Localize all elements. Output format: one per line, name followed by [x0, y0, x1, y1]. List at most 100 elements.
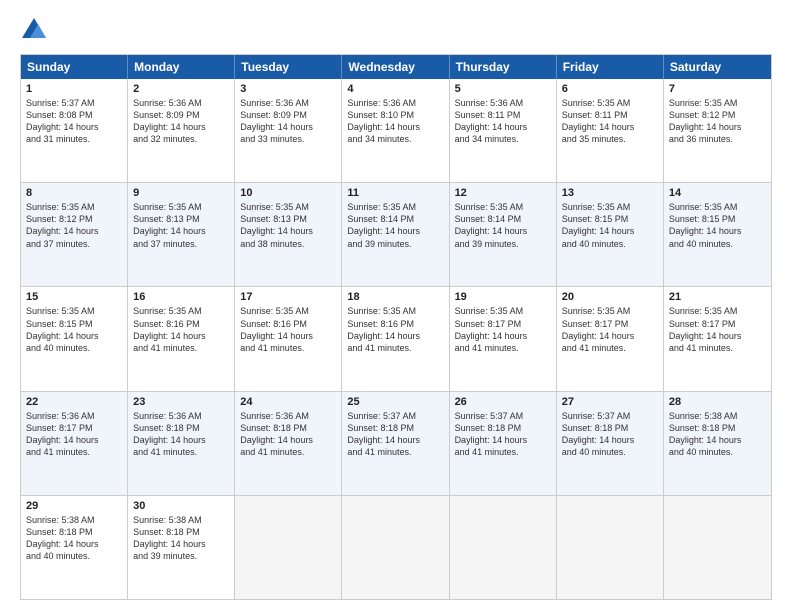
day-number: 26	[455, 396, 551, 408]
day-info: Sunrise: 5:38 AM Sunset: 8:18 PM Dayligh…	[133, 514, 229, 563]
day-number: 20	[562, 291, 658, 303]
day-number: 21	[669, 291, 766, 303]
calendar-cell: 12 Sunrise: 5:35 AM Sunset: 8:14 PM Dayli…	[450, 183, 557, 286]
day-info: Sunrise: 5:36 AM Sunset: 8:18 PM Dayligh…	[240, 410, 336, 459]
day-number: 13	[562, 187, 658, 199]
calendar-cell: 11 Sunrise: 5:35 AM Sunset: 8:14 PM Dayli…	[342, 183, 449, 286]
day-info: Sunrise: 5:36 AM Sunset: 8:11 PM Dayligh…	[455, 97, 551, 146]
header-day: Wednesday	[342, 55, 449, 79]
calendar-cell: 18 Sunrise: 5:35 AM Sunset: 8:16 PM Dayli…	[342, 287, 449, 390]
day-info: Sunrise: 5:35 AM Sunset: 8:15 PM Dayligh…	[562, 201, 658, 250]
day-number: 8	[26, 187, 122, 199]
day-info: Sunrise: 5:35 AM Sunset: 8:13 PM Dayligh…	[240, 201, 336, 250]
day-number: 18	[347, 291, 443, 303]
calendar-cell: 6 Sunrise: 5:35 AM Sunset: 8:11 PM Daylig…	[557, 79, 664, 182]
calendar-cell: 21 Sunrise: 5:35 AM Sunset: 8:17 PM Dayli…	[664, 287, 771, 390]
day-number: 27	[562, 396, 658, 408]
calendar-cell	[664, 496, 771, 599]
page: SundayMondayTuesdayWednesdayThursdayFrid…	[0, 0, 792, 612]
day-info: Sunrise: 5:35 AM Sunset: 8:12 PM Dayligh…	[669, 97, 766, 146]
calendar-cell: 23 Sunrise: 5:36 AM Sunset: 8:18 PM Dayli…	[128, 392, 235, 495]
header-day: Saturday	[664, 55, 771, 79]
day-number: 3	[240, 83, 336, 95]
day-info: Sunrise: 5:35 AM Sunset: 8:13 PM Dayligh…	[133, 201, 229, 250]
day-number: 1	[26, 83, 122, 95]
day-number: 22	[26, 396, 122, 408]
day-info: Sunrise: 5:35 AM Sunset: 8:16 PM Dayligh…	[133, 305, 229, 354]
day-info: Sunrise: 5:36 AM Sunset: 8:09 PM Dayligh…	[133, 97, 229, 146]
calendar-body: 1Sunrise: 5:37 AM Sunset: 8:08 PM Daylig…	[21, 79, 771, 599]
calendar: SundayMondayTuesdayWednesdayThursdayFrid…	[20, 54, 772, 600]
day-info: Sunrise: 5:38 AM Sunset: 8:18 PM Dayligh…	[669, 410, 766, 459]
calendar-cell	[342, 496, 449, 599]
header-day: Sunday	[21, 55, 128, 79]
header	[20, 16, 772, 44]
header-day: Monday	[128, 55, 235, 79]
day-info: Sunrise: 5:35 AM Sunset: 8:17 PM Dayligh…	[669, 305, 766, 354]
day-info: Sunrise: 5:36 AM Sunset: 8:09 PM Dayligh…	[240, 97, 336, 146]
day-info: Sunrise: 5:37 AM Sunset: 8:18 PM Dayligh…	[562, 410, 658, 459]
day-number: 14	[669, 187, 766, 199]
day-number: 19	[455, 291, 551, 303]
day-number: 25	[347, 396, 443, 408]
day-info: Sunrise: 5:35 AM Sunset: 8:17 PM Dayligh…	[562, 305, 658, 354]
day-number: 30	[133, 500, 229, 512]
day-info: Sunrise: 5:35 AM Sunset: 8:16 PM Dayligh…	[240, 305, 336, 354]
calendar-cell: 14 Sunrise: 5:35 AM Sunset: 8:15 PM Dayli…	[664, 183, 771, 286]
calendar-cell: 15 Sunrise: 5:35 AM Sunset: 8:15 PM Dayli…	[21, 287, 128, 390]
day-info: Sunrise: 5:36 AM Sunset: 8:17 PM Dayligh…	[26, 410, 122, 459]
calendar-cell: 13 Sunrise: 5:35 AM Sunset: 8:15 PM Dayli…	[557, 183, 664, 286]
calendar-row: 8 Sunrise: 5:35 AM Sunset: 8:12 PM Daylig…	[21, 182, 771, 286]
header-day: Thursday	[450, 55, 557, 79]
day-number: 29	[26, 500, 122, 512]
calendar-cell	[557, 496, 664, 599]
day-number: 10	[240, 187, 336, 199]
calendar-row: 1Sunrise: 5:37 AM Sunset: 8:08 PM Daylig…	[21, 79, 771, 182]
calendar-cell: 3 Sunrise: 5:36 AM Sunset: 8:09 PM Daylig…	[235, 79, 342, 182]
day-number: 6	[562, 83, 658, 95]
logo	[20, 16, 52, 44]
header-day: Tuesday	[235, 55, 342, 79]
day-number: 11	[347, 187, 443, 199]
day-number: 7	[669, 83, 766, 95]
calendar-cell: 19 Sunrise: 5:35 AM Sunset: 8:17 PM Dayli…	[450, 287, 557, 390]
day-info: Sunrise: 5:38 AM Sunset: 8:18 PM Dayligh…	[26, 514, 122, 563]
logo-icon	[20, 16, 48, 44]
day-info: Sunrise: 5:35 AM Sunset: 8:15 PM Dayligh…	[669, 201, 766, 250]
calendar-cell: 28 Sunrise: 5:38 AM Sunset: 8:18 PM Dayli…	[664, 392, 771, 495]
calendar-cell: 25 Sunrise: 5:37 AM Sunset: 8:18 PM Dayli…	[342, 392, 449, 495]
day-number: 15	[26, 291, 122, 303]
day-number: 28	[669, 396, 766, 408]
calendar-row: 22 Sunrise: 5:36 AM Sunset: 8:17 PM Dayli…	[21, 391, 771, 495]
day-number: 5	[455, 83, 551, 95]
day-number: 23	[133, 396, 229, 408]
calendar-cell: 8 Sunrise: 5:35 AM Sunset: 8:12 PM Daylig…	[21, 183, 128, 286]
calendar-cell: 26 Sunrise: 5:37 AM Sunset: 8:18 PM Dayli…	[450, 392, 557, 495]
day-info: Sunrise: 5:36 AM Sunset: 8:18 PM Dayligh…	[133, 410, 229, 459]
calendar-row: 15 Sunrise: 5:35 AM Sunset: 8:15 PM Dayli…	[21, 286, 771, 390]
day-info: Sunrise: 5:35 AM Sunset: 8:17 PM Dayligh…	[455, 305, 551, 354]
calendar-cell: 2 Sunrise: 5:36 AM Sunset: 8:09 PM Daylig…	[128, 79, 235, 182]
day-info: Sunrise: 5:35 AM Sunset: 8:15 PM Dayligh…	[26, 305, 122, 354]
day-info: Sunrise: 5:35 AM Sunset: 8:16 PM Dayligh…	[347, 305, 443, 354]
calendar-cell: 29 Sunrise: 5:38 AM Sunset: 8:18 PM Dayli…	[21, 496, 128, 599]
day-info: Sunrise: 5:37 AM Sunset: 8:18 PM Dayligh…	[347, 410, 443, 459]
day-number: 9	[133, 187, 229, 199]
day-info: Sunrise: 5:35 AM Sunset: 8:14 PM Dayligh…	[347, 201, 443, 250]
day-info: Sunrise: 5:35 AM Sunset: 8:14 PM Dayligh…	[455, 201, 551, 250]
calendar-row: 29 Sunrise: 5:38 AM Sunset: 8:18 PM Dayli…	[21, 495, 771, 599]
calendar-cell: 30 Sunrise: 5:38 AM Sunset: 8:18 PM Dayli…	[128, 496, 235, 599]
day-number: 4	[347, 83, 443, 95]
day-number: 12	[455, 187, 551, 199]
day-number: 2	[133, 83, 229, 95]
day-info: Sunrise: 5:35 AM Sunset: 8:11 PM Dayligh…	[562, 97, 658, 146]
calendar-cell: 17Sunrise: 5:35 AM Sunset: 8:16 PM Dayli…	[235, 287, 342, 390]
day-info: Sunrise: 5:37 AM Sunset: 8:18 PM Dayligh…	[455, 410, 551, 459]
calendar-cell: 24Sunrise: 5:36 AM Sunset: 8:18 PM Dayli…	[235, 392, 342, 495]
calendar-cell: 1Sunrise: 5:37 AM Sunset: 8:08 PM Daylig…	[21, 79, 128, 182]
calendar-cell: 9 Sunrise: 5:35 AM Sunset: 8:13 PM Daylig…	[128, 183, 235, 286]
day-info: Sunrise: 5:35 AM Sunset: 8:12 PM Dayligh…	[26, 201, 122, 250]
calendar-cell: 27 Sunrise: 5:37 AM Sunset: 8:18 PM Dayli…	[557, 392, 664, 495]
calendar-cell	[450, 496, 557, 599]
calendar-cell: 16Sunrise: 5:35 AM Sunset: 8:16 PM Dayli…	[128, 287, 235, 390]
